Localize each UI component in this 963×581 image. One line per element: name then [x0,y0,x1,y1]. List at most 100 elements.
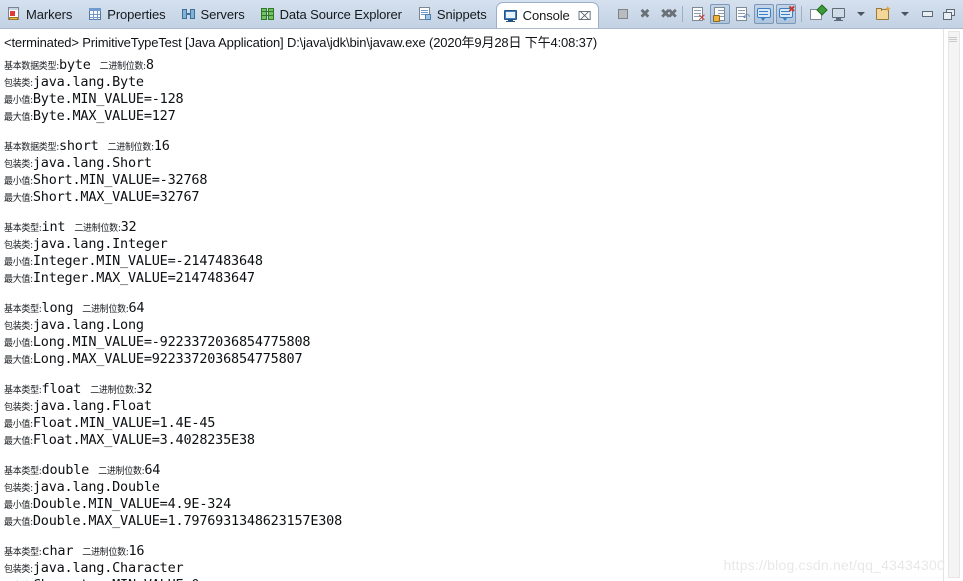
max-label: 最大值: [4,517,33,529]
vertical-scrollbar[interactable] [943,29,963,581]
console-view-body[interactable]: <terminated> PrimitiveTypeTest [Java App… [0,28,963,581]
tab-snippets-label: Snippets [436,6,487,22]
word-wrap-icon: ↶ [735,6,750,22]
line-type: 基本类型: long 二进制位数: 64 [4,300,943,317]
maximize-icon [943,8,955,20]
line-min: 最小值: Short.MIN_VALUE=-32768 [4,172,943,189]
tab-snippets[interactable]: Snippets [411,0,496,28]
type-value: int [41,219,66,235]
open-console-button[interactable]: ✦ [873,4,893,24]
wrapper-label: 包装类: [4,564,33,576]
type-block-double: 基本类型: double 二进制位数: 64 包装类: java.lang.Do… [4,462,943,530]
bits-label: 二进制位数: [74,223,121,235]
wrapper-label: 包装类: [4,159,33,171]
line-min: 最小值: Byte.MIN_VALUE=-128 [4,91,943,108]
process-header-line: <terminated> PrimitiveTypeTest [Java App… [4,35,597,50]
minimize-button[interactable] [917,4,937,24]
clear-console-button[interactable]: ✕ [688,4,708,24]
line-wrapper: 包装类: java.lang.Byte [4,74,943,91]
max-value: Long.MAX_VALUE=9223372036854775807 [32,351,303,367]
max-value: Double.MAX_VALUE=1.7976931348623157E308 [32,513,343,529]
max-label: 最大值: [4,355,33,367]
min-value: Double.MIN_VALUE=4.9E-324 [32,496,232,512]
remove-all-terminated-launches-button[interactable]: ✖✖ [657,4,678,24]
console-text-area[interactable]: <terminated> PrimitiveTypeTest [Java App… [0,29,943,581]
watermark: https://blog.csdn.net/qq_43434300 [723,557,945,573]
wrapper-label: 包装类: [4,321,33,333]
bits-value: 32 [120,219,137,235]
type-value: long [41,300,74,316]
type-block-long: 基本类型: long 二进制位数: 64 包装类: java.lang.Long… [4,300,943,368]
line-min: 最小值: Double.MIN_VALUE=4.9E-324 [4,496,943,513]
stop-square-icon [618,9,628,19]
line-type: 基本数据类型: short 二进制位数: 16 [4,138,943,155]
chevron-down-icon-2 [901,12,909,16]
min-value: Character.MIN_VALUE=0 [33,577,200,581]
type-value: byte [58,57,91,73]
markers-icon [7,7,21,21]
bits-label: 二进制位数: [98,466,145,478]
eclipse-console-view: Markers Properties Servers Data Source E… [0,0,963,581]
close-icon[interactable]: ⌧ [578,9,592,23]
data-source-explorer-icon [260,7,275,21]
line-type: 基本数据类型: byte 二进制位数: 8 [4,57,943,74]
bits-value: 16 [128,543,145,559]
tab-data-source-explorer[interactable]: Data Source Explorer [254,0,411,28]
line-wrapper: 包装类: java.lang.Double [4,479,943,496]
tab-console-label: Console [522,8,570,23]
terminate-button[interactable] [613,4,633,24]
display-selected-console-dropdown[interactable] [851,4,871,24]
line-type: 基本类型: double 二进制位数: 64 [4,462,943,479]
wrapper-label: 包装类: [4,240,33,252]
type-label: 基本类型: [4,223,42,235]
line-wrapper: 包装类: java.lang.Integer [4,236,943,253]
line-max: 最大值: Byte.MAX_VALUE=127 [4,108,943,125]
maximize-button[interactable] [939,4,959,24]
scrollbar-thumb-grip[interactable] [949,37,957,42]
type-label: 基本数据类型: [4,142,59,154]
min-label: 最小值: [4,95,33,107]
type-value: char [41,543,74,559]
bits-value: 64 [144,462,161,478]
servers-icon [181,7,196,21]
type-value: double [41,462,90,478]
wrapper-value: java.lang.Byte [32,74,144,90]
type-value: short [58,138,99,154]
min-label: 最小值: [4,500,33,512]
min-label: 最小值: [4,338,33,350]
remove-launch-button[interactable]: ✖ [635,4,655,24]
max-label: 最大值: [4,112,33,124]
bits-value: 64 [128,300,145,316]
wrapper-value: java.lang.Float [32,398,152,414]
min-value: Short.MIN_VALUE=-32768 [32,172,208,188]
pin-icon [809,4,828,21]
bits-value: 8 [145,57,154,73]
min-value: Integer.MIN_VALUE=-2147483648 [32,253,263,269]
wrapper-value: java.lang.Long [32,317,144,333]
open-console-icon: ✦ [875,5,892,21]
type-block-int: 基本类型: int 二进制位数: 32 包装类: java.lang.Integ… [4,219,943,287]
type-label: 基本数据类型: [4,61,59,73]
type-label: 基本类型: [4,547,42,559]
wrapper-value: java.lang.Short [32,155,152,171]
tab-properties[interactable]: Properties [81,0,174,28]
show-console-on-error-button[interactable]: ✖ [776,4,796,24]
scrollbar-track[interactable] [948,31,960,578]
tab-servers[interactable]: Servers [175,0,254,28]
tab-console[interactable]: Console ⌧ [495,2,599,28]
pin-console-button[interactable] [807,4,828,24]
line-wrapper: 包装类: java.lang.Float [4,398,943,415]
type-label: 基本类型: [4,385,42,397]
display-selected-console-button[interactable] [829,4,849,24]
scroll-lock-button[interactable] [710,4,730,24]
show-console-on-output-button[interactable] [754,4,774,24]
wrapper-value: java.lang.Character [32,560,184,576]
bits-label: 二进制位数: [82,547,129,559]
tab-markers[interactable]: Markers [0,0,81,28]
open-console-dropdown[interactable] [895,4,915,24]
console-toolbar: ✖ ✖✖ ✕ ↶ ✖ ✦ [613,0,963,28]
bits-value: 32 [136,381,153,397]
word-wrap-button[interactable]: ↶ [732,4,752,24]
toolbar-separator [682,6,683,22]
max-label: 最大值: [4,193,33,205]
